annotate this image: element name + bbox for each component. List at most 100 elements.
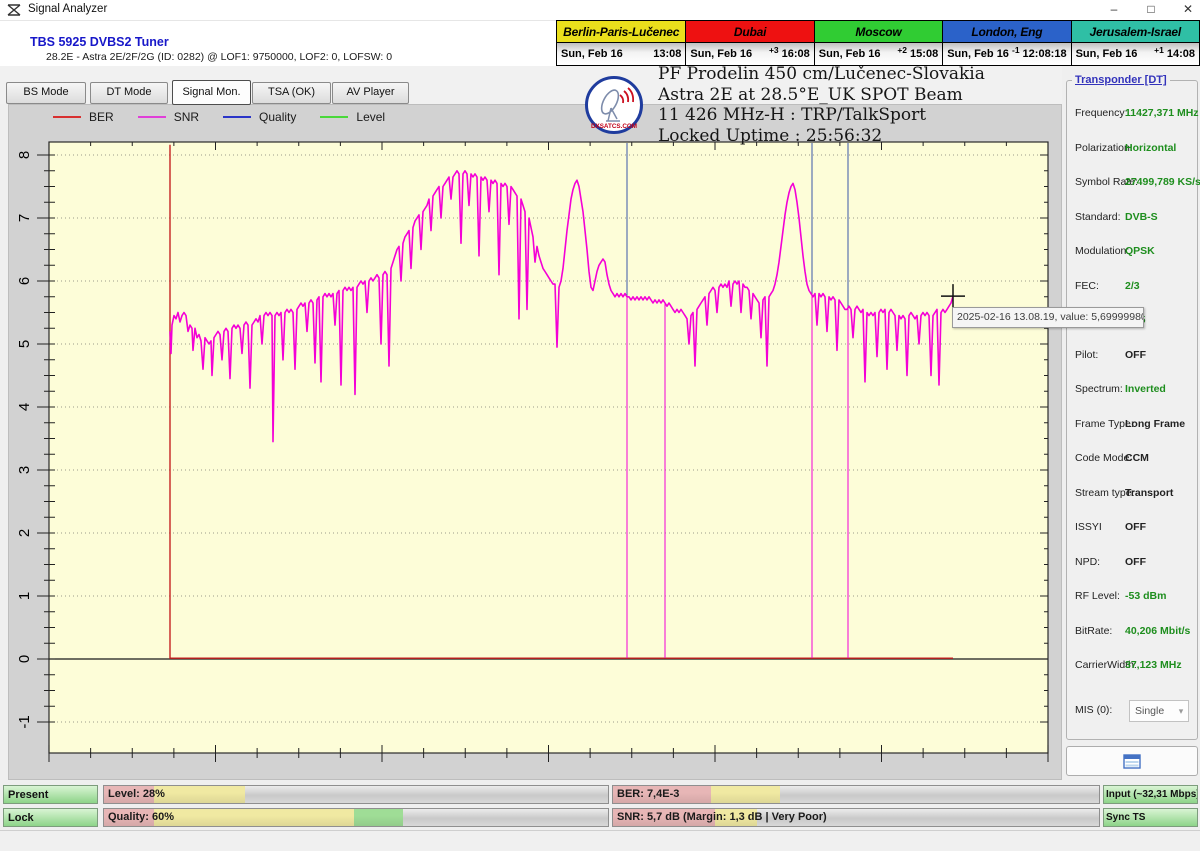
panel-value-5: 2/3 bbox=[1125, 280, 1140, 292]
panel-value-16: 37,123 MHz bbox=[1125, 659, 1182, 671]
annotation-line-1: PF Prodelin 450 cm/Lučenec-Slovakia bbox=[658, 64, 1038, 85]
legend-swatch bbox=[138, 116, 166, 118]
window-title: Signal Analyzer bbox=[28, 3, 107, 15]
present-indicator: Present bbox=[3, 785, 98, 804]
panel-value-3: DVB-S bbox=[1125, 211, 1158, 223]
gauge-segment bbox=[711, 786, 780, 803]
clock-city-label: London, Eng bbox=[943, 21, 1070, 43]
legend-item-ber: BER bbox=[53, 110, 114, 124]
panel-label-mis: MIS (0): bbox=[1075, 704, 1112, 716]
clock-time: 14:08 bbox=[1167, 48, 1195, 60]
mis-dropdown[interactable]: Single▾ bbox=[1129, 700, 1189, 722]
annotation-overlay: PF Prodelin 450 cm/Lučenec-Slovakia Astr… bbox=[658, 64, 1038, 146]
annotation-line-4: Locked Uptime : 25:56:32 bbox=[658, 126, 1038, 147]
clock-city-label: Dubai bbox=[686, 21, 813, 43]
clock-time: 13:08 bbox=[653, 48, 681, 60]
panel-value-2: 27499,789 KS/s bbox=[1125, 176, 1200, 188]
panel-value-10: CCM bbox=[1125, 452, 1149, 464]
tab-bs-mode[interactable]: BS Mode bbox=[6, 82, 86, 104]
app-icon bbox=[7, 3, 21, 17]
transponder-panel-title: Transponder [DT] bbox=[1072, 74, 1170, 86]
clock-time-row: Sun, Feb 16 13:08 bbox=[557, 43, 685, 64]
panel-label-15: BitRate: bbox=[1075, 625, 1112, 637]
clock-utc-offset: -1 bbox=[1012, 45, 1020, 55]
clock-time: 12:08:18 bbox=[1023, 48, 1067, 60]
clock-city-label: Jerusalem-Israel bbox=[1072, 21, 1199, 43]
tab-signal-mon-[interactable]: Signal Mon. bbox=[172, 80, 251, 105]
panel-value-1: Horizontal bbox=[1125, 142, 1176, 154]
clock-time-row: Sun, Feb 16 +215:08 bbox=[815, 43, 942, 64]
legend-label: Quality bbox=[259, 110, 296, 124]
legend-swatch bbox=[320, 116, 348, 118]
panel-value-7: OFF bbox=[1125, 349, 1146, 361]
clock-time-row: Sun, Feb 16+114:08 bbox=[1072, 43, 1199, 64]
legend-label: Level bbox=[356, 110, 385, 124]
clock-4: Jerusalem-IsraelSun, Feb 16+114:08 bbox=[1071, 21, 1199, 65]
panel-label-7: Pilot: bbox=[1075, 349, 1098, 361]
legend-item-level: Level bbox=[320, 110, 385, 124]
export-icon bbox=[1123, 754, 1141, 769]
chart-background bbox=[8, 104, 1062, 780]
panel-value-12: OFF bbox=[1125, 521, 1146, 533]
clock-utc-offset: +3 bbox=[769, 45, 779, 55]
annotation-line-2: Astra 2E at 28.5°E_UK SPOT Beam bbox=[658, 85, 1038, 106]
annotation-line-3: 11 426 MHz-H : TRP/TalkSport bbox=[658, 105, 1038, 126]
gauge-segment bbox=[354, 809, 403, 826]
ber-gauge: BER: 7,4E-3 bbox=[612, 785, 1100, 804]
panel-value-13: OFF bbox=[1125, 556, 1146, 568]
clock-city-label: Berlin-Paris-Lučenec bbox=[557, 21, 685, 43]
chevron-down-icon: ▾ bbox=[1174, 706, 1188, 717]
panel-label-13: NPD: bbox=[1075, 556, 1100, 568]
tab-av-player[interactable]: AV Player bbox=[332, 82, 409, 104]
world-clock-panel: Berlin-Paris-Lučenec Sun, Feb 16 13:08 Duba… bbox=[556, 20, 1200, 66]
sync-ts-indicator: Sync TS bbox=[1103, 808, 1198, 827]
tab-tsa-ok-[interactable]: TSA (OK) bbox=[252, 82, 331, 104]
panel-label-0: Frequency: bbox=[1075, 107, 1128, 119]
mis-dropdown-value: Single bbox=[1130, 705, 1174, 717]
maximize-button[interactable]: □ bbox=[1140, 1, 1162, 18]
tab-dt-mode[interactable]: DT Mode bbox=[90, 82, 168, 104]
clock-city-label: Moscow bbox=[815, 21, 942, 43]
legend-item-quality: Quality bbox=[223, 110, 296, 124]
clock-time: 15:08 bbox=[910, 48, 938, 60]
gauge-label: Level: 28% bbox=[108, 786, 165, 803]
export-button[interactable] bbox=[1066, 746, 1198, 776]
clock-1: Dubai Sun, Feb 16 +316:08 bbox=[685, 21, 813, 65]
chart-tooltip: 2025-02-16 13.08.19, value: 5,6999998092… bbox=[952, 307, 1144, 328]
gauge-label: BER: 7,4E-3 bbox=[617, 786, 679, 803]
panel-value-4: QPSK bbox=[1125, 245, 1155, 257]
clock-time: 16:08 bbox=[782, 48, 810, 60]
legend-label: BER bbox=[89, 110, 114, 124]
panel-value-11: Transport bbox=[1125, 487, 1173, 499]
panel-label-8: Spectrum: bbox=[1075, 383, 1123, 395]
panel-value-14: -53 dBm bbox=[1125, 590, 1166, 602]
clock-date: Sun, Feb 16 bbox=[819, 48, 881, 60]
clock-date: Sun, Feb 16 bbox=[561, 48, 623, 60]
panel-label-12: ISSYI bbox=[1075, 521, 1102, 533]
transponder-panel: Frequency:11427,371 MHzPolarization:Hori… bbox=[1066, 80, 1198, 740]
panel-label-3: Standard: bbox=[1075, 211, 1121, 223]
clock-date: Sun, Feb 16 bbox=[947, 48, 1009, 60]
close-button[interactable]: ✕ bbox=[1177, 1, 1199, 18]
clock-utc-offset: +1 bbox=[1154, 45, 1164, 55]
panel-label-4: Modulation: bbox=[1075, 245, 1129, 257]
lock-indicator: Lock bbox=[3, 808, 98, 827]
level-gauge: Level: 28% bbox=[103, 785, 609, 804]
legend-swatch bbox=[53, 116, 81, 118]
chart-legend: BERSNRQualityLevel bbox=[53, 110, 385, 124]
dxsatcs-logo: DXSATCS.COM bbox=[584, 75, 644, 135]
snr-gauge: SNR: 5,7 dB (Margin: 1,3 dB | Very Poor) bbox=[612, 808, 1100, 827]
panel-label-10: Code Mode: bbox=[1075, 452, 1132, 464]
gauge-segment bbox=[154, 809, 354, 826]
clock-date: Sun, Feb 16 bbox=[690, 48, 752, 60]
tuner-title: TBS 5925 DVBS2 Tuner bbox=[30, 35, 169, 49]
gauge-label: Quality: 60% bbox=[108, 809, 174, 826]
clock-utc-offset: +2 bbox=[897, 45, 907, 55]
panel-value-9: Long Frame bbox=[1125, 418, 1185, 430]
clock-3: London, Eng Sun, Feb 16-112:08:18 bbox=[942, 21, 1070, 65]
panel-value-15: 40,206 Mbit/s bbox=[1125, 625, 1190, 637]
panel-label-14: RF Level: bbox=[1075, 590, 1120, 602]
quality-gauge: Quality: 60% bbox=[103, 808, 609, 827]
minimize-button[interactable]: – bbox=[1103, 1, 1125, 18]
title-bar: Signal Analyzer – □ ✕ bbox=[0, 0, 1200, 21]
